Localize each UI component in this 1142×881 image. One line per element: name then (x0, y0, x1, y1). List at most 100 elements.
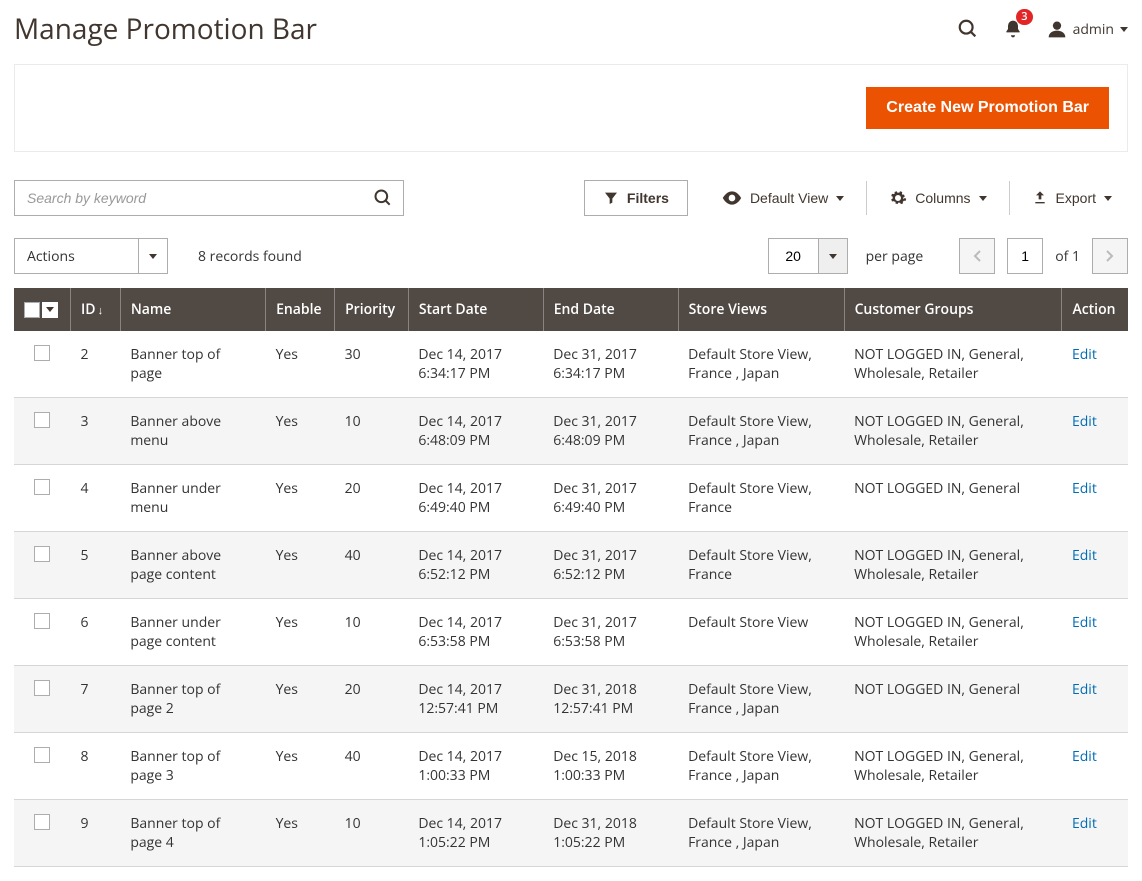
eye-icon (722, 191, 742, 205)
row-checkbox[interactable] (34, 747, 50, 763)
table-row[interactable]: 2Banner top of pageYes30Dec 14, 2017 6:3… (14, 331, 1128, 398)
table-row[interactable]: 4Banner under menuYes20Dec 14, 2017 6:49… (14, 465, 1128, 532)
chevron-left-icon (972, 249, 982, 263)
table-row[interactable]: 3Banner above menuYes10Dec 14, 2017 6:48… (14, 398, 1128, 465)
cell-customer-groups: NOT LOGGED IN, General, Wholesale, Retai… (844, 398, 1062, 465)
filters-label: Filters (627, 190, 669, 206)
cell-id: 6 (71, 599, 121, 666)
cell-name: Banner under menu (120, 465, 265, 532)
search-icon (957, 18, 979, 40)
cell-priority: 20 (335, 666, 409, 733)
col-header-store-views[interactable]: Store Views (678, 288, 844, 331)
cell-end-date: Dec 31, 2017 6:48:09 PM (543, 398, 678, 465)
cell-customer-groups: NOT LOGGED IN, General, Wholesale, Retai… (844, 599, 1062, 666)
cell-enable: Yes (266, 398, 335, 465)
cell-priority: 10 (335, 398, 409, 465)
user-icon (1047, 19, 1067, 39)
cell-priority: 30 (335, 331, 409, 398)
cell-start-date: Dec 14, 2017 6:34:17 PM (408, 331, 543, 398)
actions-dropdown[interactable]: Actions (14, 238, 168, 274)
search-input[interactable] (15, 190, 363, 206)
actions-label: Actions (14, 238, 138, 274)
row-checkbox[interactable] (34, 546, 50, 562)
cell-customer-groups: NOT LOGGED IN, General, Wholesale, Retai… (844, 733, 1062, 800)
edit-link[interactable]: Edit (1072, 814, 1097, 833)
table-row[interactable]: 7Banner top of page 2Yes20Dec 14, 2017 1… (14, 666, 1128, 733)
table-row[interactable]: 6Banner under page contentYes10Dec 14, 2… (14, 599, 1128, 666)
table-row[interactable]: 5Banner above page contentYes40Dec 14, 2… (14, 532, 1128, 599)
select-all-checkbox[interactable] (24, 302, 40, 318)
edit-link[interactable]: Edit (1072, 479, 1097, 498)
row-checkbox[interactable] (34, 479, 50, 495)
caret-down-icon (979, 196, 987, 201)
cell-customer-groups: NOT LOGGED IN, General, Wholesale, Retai… (844, 532, 1062, 599)
search-button[interactable] (363, 181, 403, 215)
edit-link[interactable]: Edit (1072, 747, 1097, 766)
cell-end-date: Dec 31, 2018 1:05:22 PM (543, 800, 678, 867)
cell-priority: 10 (335, 599, 409, 666)
per-page-input[interactable] (768, 238, 818, 274)
cell-enable: Yes (266, 331, 335, 398)
per-page-label: per page (866, 247, 924, 266)
cell-priority: 40 (335, 532, 409, 599)
cell-enable: Yes (266, 465, 335, 532)
cell-start-date: Dec 14, 2017 6:53:58 PM (408, 599, 543, 666)
export-icon (1032, 190, 1048, 206)
col-header-priority[interactable]: Priority (335, 288, 409, 331)
cell-store-views: Default Store View, France , Japan (678, 398, 844, 465)
cell-end-date: Dec 31, 2018 12:57:41 PM (543, 666, 678, 733)
row-checkbox[interactable] (34, 680, 50, 696)
cell-id: 7 (71, 666, 121, 733)
table-row[interactable]: 8Banner top of page 3Yes40Dec 14, 2017 1… (14, 733, 1128, 800)
cell-customer-groups: NOT LOGGED IN, General (844, 666, 1062, 733)
col-header-customer-groups[interactable]: Customer Groups (844, 288, 1062, 331)
col-header-end-date[interactable]: End Date (543, 288, 678, 331)
actions-dropdown-toggle[interactable] (138, 238, 168, 274)
global-search-button[interactable] (957, 18, 979, 40)
col-header-id[interactable]: ID↓ (71, 288, 121, 331)
col-header-name[interactable]: Name (120, 288, 265, 331)
row-checkbox[interactable] (34, 613, 50, 629)
cell-id: 8 (71, 733, 121, 800)
notifications-button[interactable]: 3 (1003, 18, 1023, 40)
cell-enable: Yes (266, 733, 335, 800)
edit-link[interactable]: Edit (1072, 345, 1097, 364)
edit-link[interactable]: Edit (1072, 680, 1097, 699)
prev-page-button[interactable] (959, 238, 995, 274)
cell-end-date: Dec 15, 2018 1:00:33 PM (543, 733, 678, 800)
cell-end-date: Dec 31, 2017 6:49:40 PM (543, 465, 678, 532)
page-input[interactable] (1007, 238, 1043, 274)
cell-store-views: Default Store View, France , Japan (678, 733, 844, 800)
edit-link[interactable]: Edit (1072, 546, 1097, 565)
cell-end-date: Dec 31, 2017 6:34:17 PM (543, 331, 678, 398)
col-header-start-date[interactable]: Start Date (408, 288, 543, 331)
columns-button[interactable]: Columns (873, 181, 1002, 215)
table-row[interactable]: 9Banner top of page 4Yes10Dec 14, 2017 1… (14, 800, 1128, 867)
per-page-toggle[interactable] (818, 238, 848, 274)
col-header-enable[interactable]: Enable (266, 288, 335, 331)
row-checkbox[interactable] (34, 814, 50, 830)
default-view-button[interactable]: Default View (706, 182, 860, 214)
caret-down-icon (1120, 27, 1128, 32)
create-new-button[interactable]: Create New Promotion Bar (866, 87, 1109, 129)
select-all-dropdown[interactable] (42, 302, 58, 318)
page-title: Manage Promotion Bar (14, 10, 317, 48)
export-button[interactable]: Export (1016, 182, 1128, 214)
cell-start-date: Dec 14, 2017 12:57:41 PM (408, 666, 543, 733)
cell-store-views: Default Store View, France , Japan (678, 331, 844, 398)
caret-down-icon (836, 196, 844, 201)
of-label: of 1 (1055, 247, 1080, 266)
cell-store-views: Default Store View, France , Japan (678, 800, 844, 867)
edit-link[interactable]: Edit (1072, 613, 1097, 632)
cell-name: Banner above menu (120, 398, 265, 465)
filters-button[interactable]: Filters (584, 180, 688, 216)
cell-start-date: Dec 14, 2017 6:52:12 PM (408, 532, 543, 599)
edit-link[interactable]: Edit (1072, 412, 1097, 431)
next-page-button[interactable] (1092, 238, 1128, 274)
per-page-select[interactable] (768, 238, 848, 274)
row-checkbox[interactable] (34, 345, 50, 361)
user-menu-button[interactable]: admin (1047, 19, 1128, 39)
row-checkbox[interactable] (34, 412, 50, 428)
cell-priority: 20 (335, 465, 409, 532)
col-header-action: Action (1062, 288, 1128, 331)
